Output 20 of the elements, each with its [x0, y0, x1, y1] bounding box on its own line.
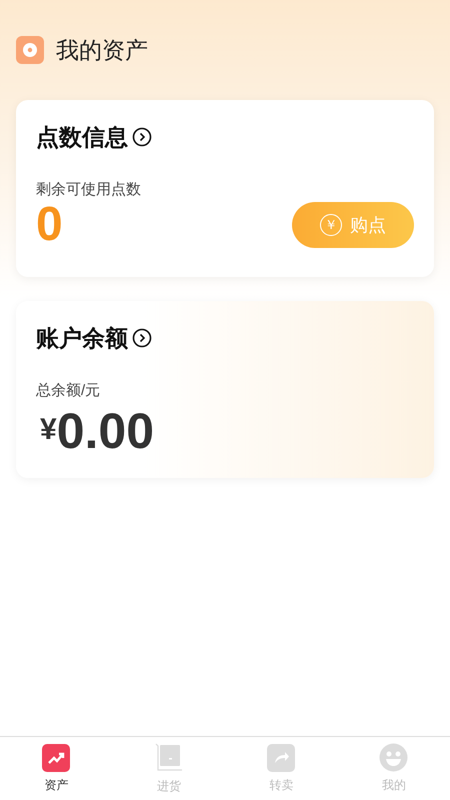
- balance-label: 总余额/元: [36, 380, 102, 400]
- nav-tab[interactable]: 转卖: [225, 737, 338, 800]
- yuan-icon: ￥: [320, 214, 342, 236]
- points-value: 0: [36, 201, 63, 249]
- app-logo-icon: [16, 36, 44, 64]
- nav-tab[interactable]: 进货: [112, 737, 225, 800]
- card-title: 点数信息: [36, 123, 128, 152]
- page-title: 我的资产: [56, 36, 148, 65]
- points-label: 剩余可使用点数: [36, 180, 142, 200]
- cart-icon: [154, 742, 184, 772]
- nav-tab[interactable]: 资产: [0, 737, 112, 800]
- smiley-icon: [379, 743, 408, 772]
- currency-symbol: ¥: [40, 412, 57, 448]
- buy-points-button[interactable]: ￥ 购点: [292, 202, 414, 248]
- card-title: 账户余额: [36, 324, 128, 353]
- balance-value: 0.00: [56, 406, 154, 456]
- nav-tab[interactable]: 我的: [338, 737, 450, 800]
- chevron-circle-icon[interactable]: [132, 127, 152, 148]
- chevron-circle-icon[interactable]: [132, 328, 152, 348]
- trend-icon: [42, 744, 70, 772]
